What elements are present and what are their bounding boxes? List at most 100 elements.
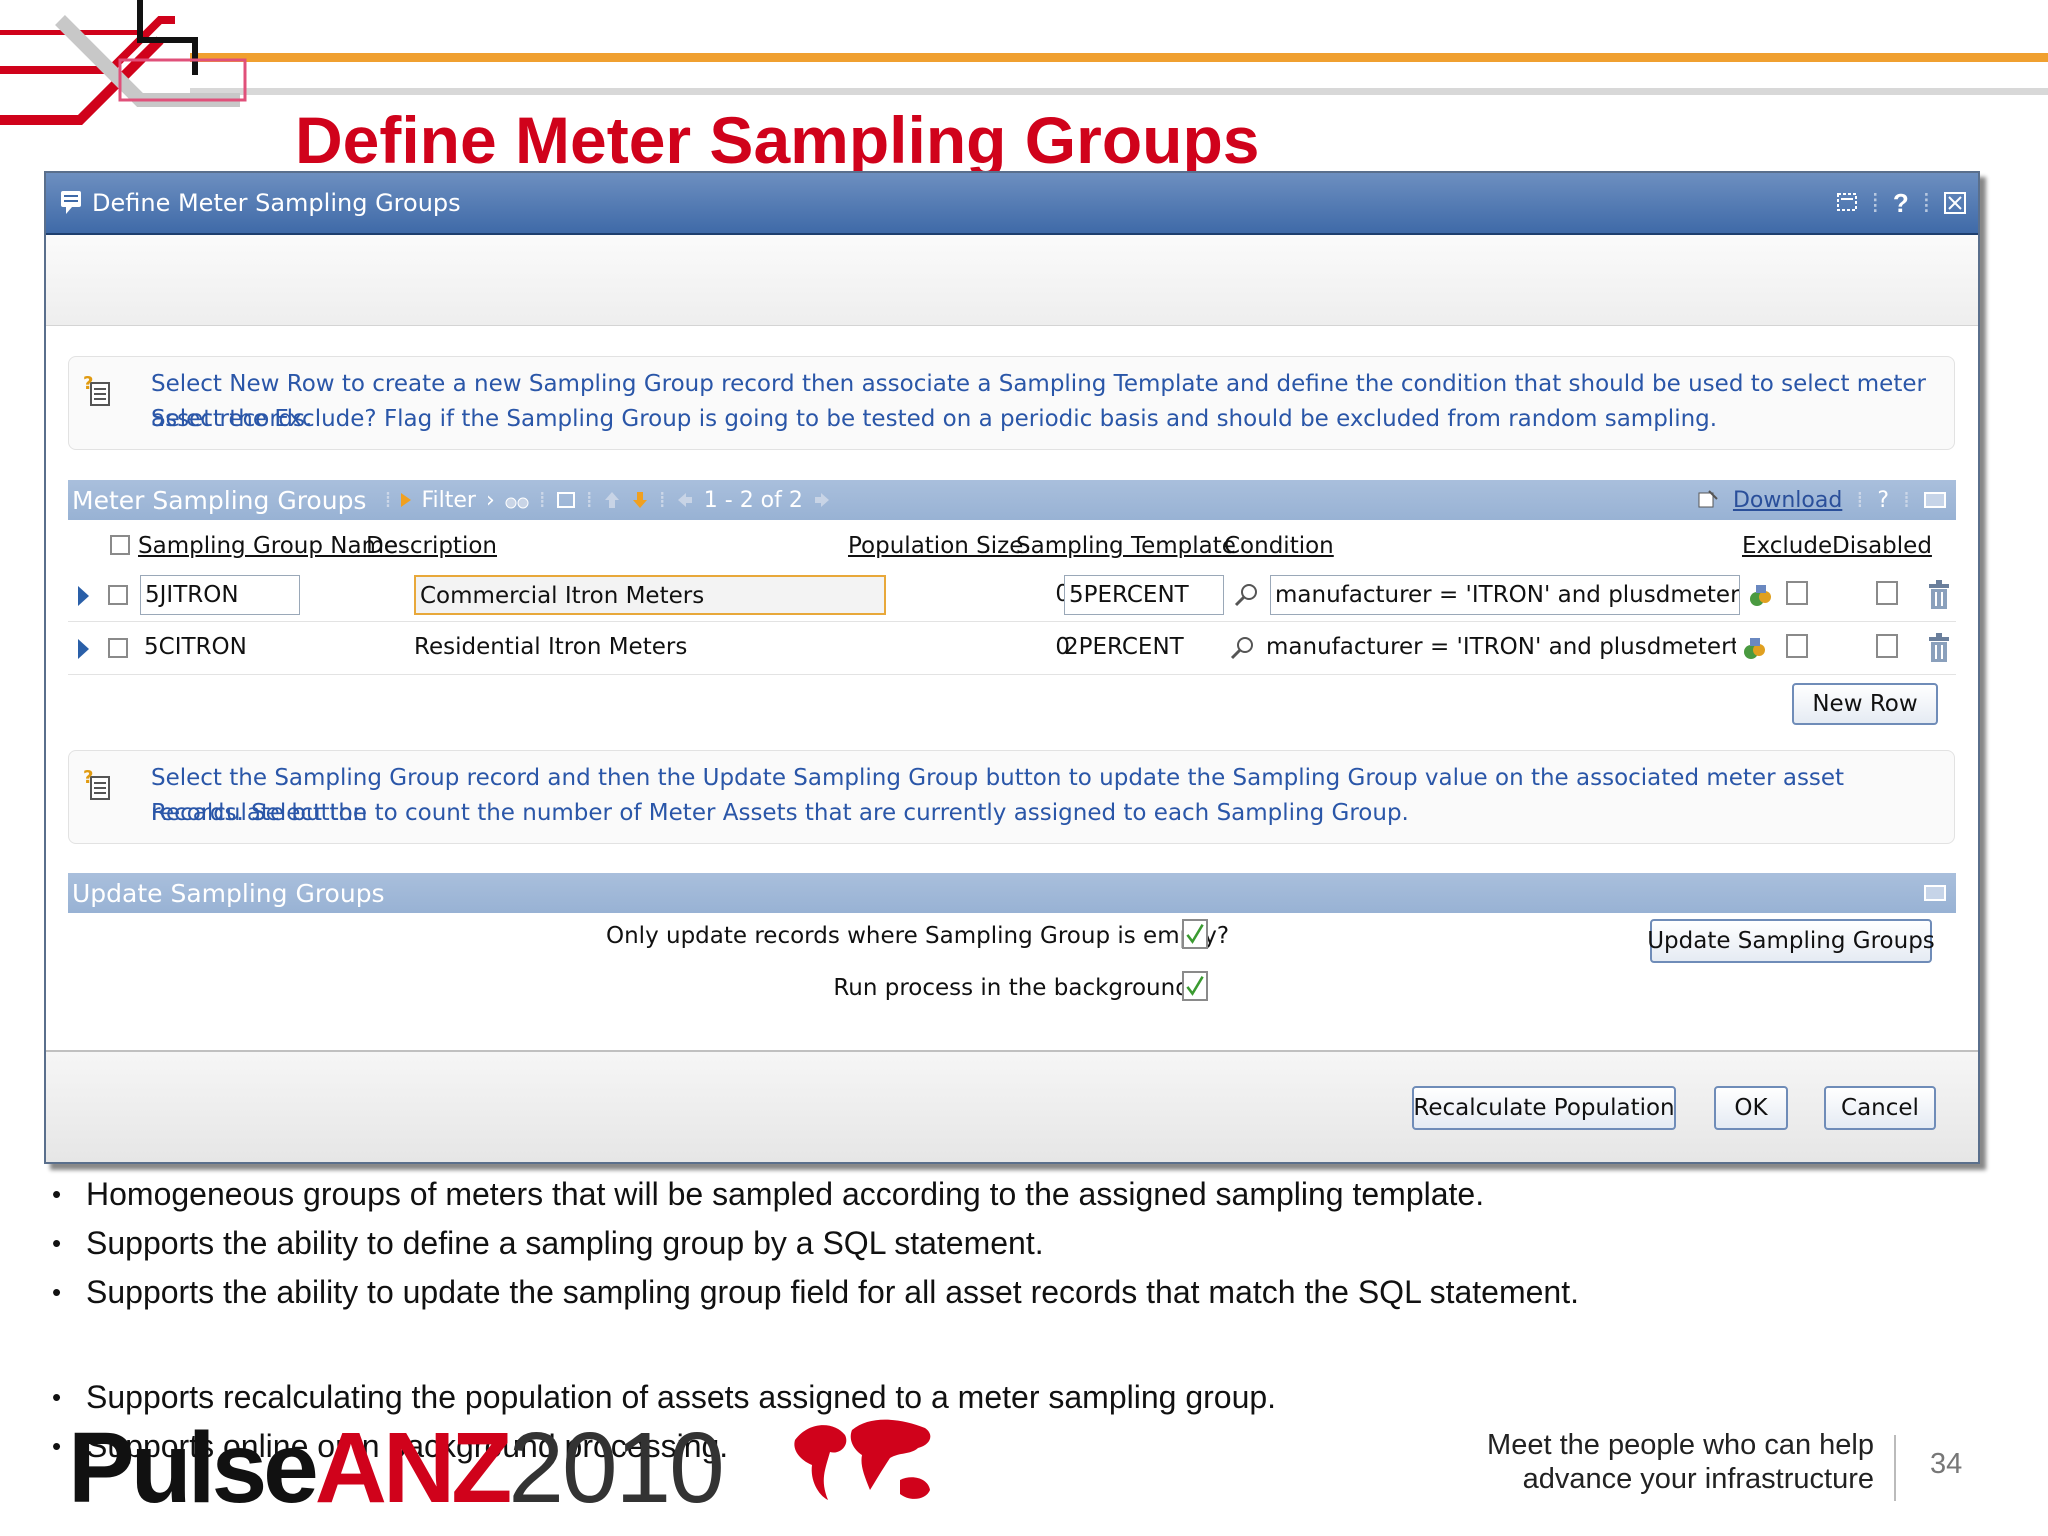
column-header-template[interactable]: Sampling Template — [1016, 533, 1236, 559]
separator: ⁞ — [1922, 187, 1930, 218]
svg-text:?: ? — [83, 373, 93, 394]
pulse-anz-logo: PulseANZ2010 — [68, 1418, 725, 1518]
hint-line: Recalculate button to count the number o… — [151, 800, 1409, 826]
run-background-checkbox[interactable] — [1182, 971, 1208, 1001]
column-header-exclude[interactable]: Exclude — [1742, 533, 1832, 559]
separator: ⁞ — [538, 487, 546, 513]
recalculate-population-button[interactable]: Recalculate Population — [1412, 1086, 1676, 1130]
column-header-population[interactable]: Population Size — [848, 533, 1023, 559]
select-all-checkbox[interactable] — [110, 535, 130, 555]
svg-text:?: ? — [83, 767, 93, 788]
trash-icon[interactable] — [1926, 579, 1952, 611]
update-section-title: Update Sampling Groups — [72, 878, 385, 908]
logo-pulse: Pulse — [68, 1412, 319, 1524]
filter-chevron-icon[interactable]: › — [486, 488, 495, 513]
sampling-template-field[interactable]: 5PERCENT — [1064, 575, 1224, 615]
column-header-disabled[interactable]: Disabled — [1832, 533, 1932, 559]
only-update-empty-label: Only update records where Sampling Group… — [606, 923, 1230, 949]
toolbar-area — [46, 235, 1978, 326]
disabled-checkbox[interactable] — [1876, 581, 1898, 605]
bullet-item: Homogeneous groups of meters that will b… — [50, 1170, 1579, 1219]
help-icon[interactable]: ? — [1893, 188, 1909, 219]
separator: ⁞ — [1856, 487, 1864, 513]
ok-button[interactable]: OK — [1714, 1086, 1788, 1130]
collapse-icon[interactable] — [1924, 492, 1946, 508]
filter-link[interactable]: Filter — [421, 488, 475, 513]
bookmark-icon[interactable] — [1836, 192, 1858, 214]
download-icon[interactable] — [1697, 489, 1719, 511]
row-select-checkbox[interactable] — [108, 638, 128, 658]
condition-builder-icon[interactable] — [1742, 636, 1768, 662]
sampling-group-name-field[interactable]: 5JITRON — [140, 575, 300, 615]
hint-panel: ? Select the Sampling Group record and t… — [68, 750, 1955, 844]
separator: ⁞ — [658, 487, 666, 513]
window-titlebar: Define Meter Sampling Groups ⁞ ? ⁞ — [46, 173, 1978, 235]
update-sampling-groups-button[interactable]: Update Sampling Groups — [1647, 919, 1935, 963]
hint-panel: ? Select New Row to create a new Samplin… — [68, 356, 1955, 450]
table-row[interactable]: 5CITRON Residential Itron Meters 0 2PERC… — [68, 622, 1956, 675]
collapse-icon[interactable] — [1924, 885, 1946, 901]
description-field[interactable]: Commercial Itron Meters — [414, 575, 886, 615]
hint-icon: ? — [83, 767, 110, 800]
table-column-headers: Sampling Group Name Description Populati… — [68, 525, 1956, 567]
trash-icon[interactable] — [1926, 632, 1952, 664]
condition-builder-icon[interactable] — [1748, 583, 1774, 609]
close-icon[interactable] — [1944, 192, 1966, 214]
table-title: Meter Sampling Groups — [72, 485, 367, 515]
new-row-button[interactable]: New Row — [1792, 683, 1938, 725]
sampling-group-name: 5CITRON — [144, 634, 247, 660]
run-background-label: Run process in the background? — [833, 975, 1202, 1001]
row-expand-icon[interactable] — [78, 639, 89, 659]
next-page-icon[interactable] — [813, 491, 831, 509]
bullet-item: Supports the ability to define a samplin… — [50, 1219, 1579, 1268]
column-header-description[interactable]: Description — [366, 533, 497, 559]
sampling-template: 2PERCENT — [1064, 634, 1184, 660]
table-help-icon[interactable]: ? — [1877, 488, 1889, 513]
magnifier-lookup-icon[interactable] — [1230, 635, 1256, 661]
disabled-checkbox[interactable] — [1876, 634, 1898, 658]
clear-filter-icon[interactable] — [556, 490, 576, 510]
pagination-text: 1 - 2 of 2 — [703, 487, 803, 513]
page-number: 34 — [1930, 1448, 1963, 1480]
cancel-button[interactable]: Cancel — [1824, 1086, 1936, 1130]
exclude-checkbox[interactable] — [1786, 581, 1808, 605]
dialog-icon — [61, 191, 81, 214]
column-header-condition[interactable]: Condition — [1224, 533, 1334, 559]
binoculars-icon[interactable] — [505, 490, 529, 510]
separator: ⁞ — [1903, 487, 1910, 513]
tagline-line: advance your infrastructure — [1522, 1463, 1874, 1495]
arrow-down-icon[interactable] — [631, 490, 649, 510]
world-map-icon — [794, 1419, 931, 1500]
table-row[interactable]: 5JITRON Commercial Itron Meters 0 5PERCE… — [68, 569, 1956, 622]
window-title: Define Meter Sampling Groups — [92, 189, 461, 217]
download-link[interactable]: Download — [1733, 488, 1842, 513]
logo-anz: ANZ — [314, 1412, 513, 1524]
column-header-name[interactable]: Sampling Group Name — [138, 533, 398, 559]
slide-title: Define Meter Sampling Groups — [295, 103, 1260, 172]
separator: ⁞ — [384, 487, 392, 513]
previous-page-icon[interactable] — [676, 491, 694, 509]
logo-year: 2010 — [508, 1412, 724, 1524]
filter-expand-icon[interactable] — [401, 493, 412, 507]
exclude-checkbox[interactable] — [1786, 634, 1808, 658]
row-expand-icon[interactable] — [78, 586, 89, 606]
tagline: Meet the people who can help advance you… — [1390, 1428, 1874, 1496]
bullet-item: Supports the ability to update the sampl… — [50, 1268, 1579, 1317]
table-header-bar: Meter Sampling Groups ⁞ Filter › ⁞ ⁞ ⁞ 1… — [68, 480, 1956, 520]
dialog-footer: Recalculate Population OK Cancel — [46, 1050, 1978, 1162]
magnifier-lookup-icon[interactable] — [1234, 582, 1260, 608]
separator: ⁞ — [1871, 187, 1879, 218]
divider — [1894, 1435, 1896, 1501]
only-update-empty-checkbox[interactable] — [1182, 919, 1208, 949]
condition-field[interactable]: manufacturer = 'ITRON' and plusdmetertyp… — [1270, 575, 1740, 615]
update-section-header: Update Sampling Groups — [68, 873, 1956, 913]
separator: ⁞ — [585, 487, 593, 513]
app-window: Define Meter Sampling Groups ⁞ ? ⁞ ? Sel… — [44, 171, 1980, 1164]
description: Residential Itron Meters — [414, 634, 688, 660]
condition: manufacturer = 'ITRON' and plusdmetertyp… — [1266, 634, 1736, 660]
tagline-line: Meet the people who can help — [1487, 1429, 1874, 1461]
hint-icon: ? — [83, 373, 110, 406]
hint-line: Select the Exclude? Flag if the Sampling… — [151, 406, 1718, 432]
arrow-up-icon[interactable] — [603, 490, 621, 510]
row-select-checkbox[interactable] — [108, 585, 128, 605]
